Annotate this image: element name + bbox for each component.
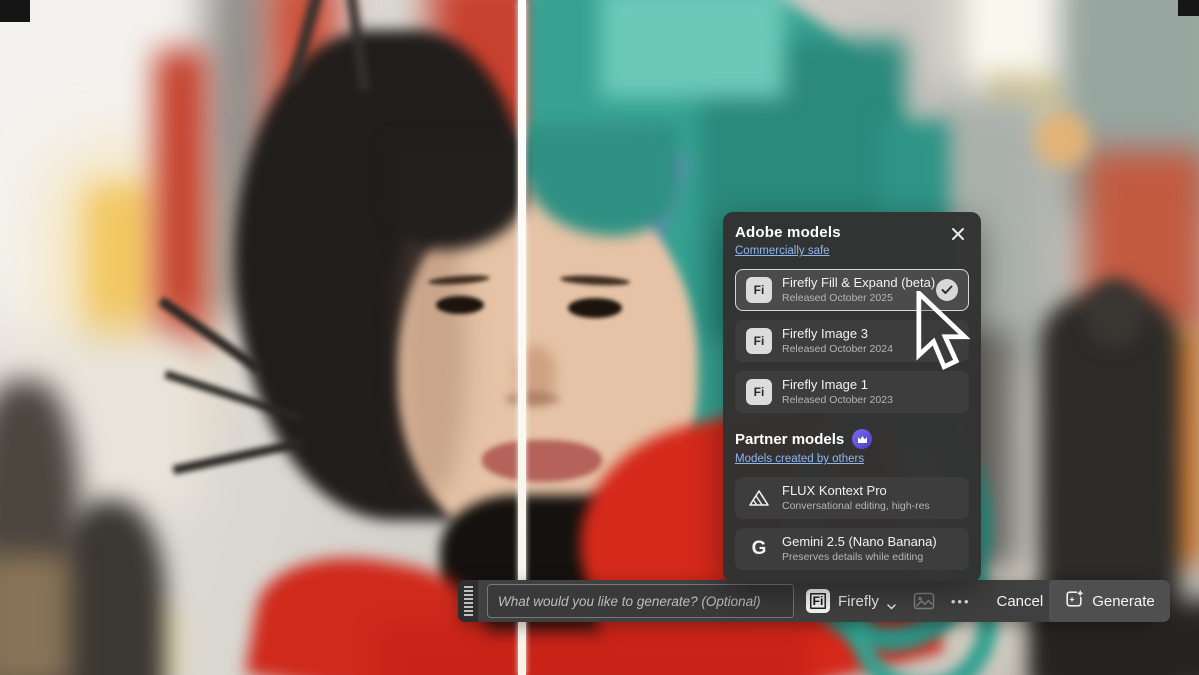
generate-label: Generate	[1092, 593, 1155, 610]
woman-face-shading	[398, 205, 468, 500]
partner-models-header: Partner models	[735, 429, 969, 449]
before-after-divider[interactable]	[518, 0, 526, 675]
flux-logo-icon	[746, 489, 772, 507]
model-item-firefly-image-1[interactable]: Fi Firefly Image 1 Released October 2023	[735, 371, 969, 413]
reference-image-icon[interactable]	[913, 592, 935, 610]
woman-eye	[436, 296, 484, 314]
cancel-button[interactable]: Cancel	[991, 592, 1050, 611]
model-title: Gemini 2.5 (Nano Banana)	[782, 534, 937, 550]
generate-button[interactable]: Generate	[1049, 580, 1170, 622]
model-item-firefly-image-3[interactable]: Fi Firefly Image 3 Released October 2024	[735, 320, 969, 362]
model-picker-panel: Adobe models Commercially safe Fi Firefl…	[723, 212, 981, 582]
photo-pedestrian	[1085, 278, 1145, 348]
firefly-icon: Fi	[806, 589, 830, 613]
generate-icon	[1064, 589, 1084, 614]
woman-eye	[568, 298, 622, 318]
model-item-gemini-nano-banana[interactable]: G Gemini 2.5 (Nano Banana) Preserves det…	[735, 528, 969, 570]
prompt-bar: Fi Firefly ••• Cancel Generate	[458, 580, 1154, 622]
selected-check-icon	[936, 279, 958, 301]
photo-corner	[1178, 0, 1199, 16]
model-item-flux-kontext-pro[interactable]: FLUX Kontext Pro Conversational editing,…	[735, 477, 969, 519]
drag-handle[interactable]	[458, 580, 478, 622]
photo-bokeh	[1035, 112, 1090, 167]
woman-nose	[505, 392, 560, 406]
crown-icon	[852, 429, 872, 449]
gemini-logo-icon: G	[746, 538, 772, 560]
grip-dashes-icon	[464, 586, 473, 616]
model-selector-label: Firefly	[838, 593, 879, 610]
more-options-button[interactable]: •••	[951, 594, 971, 609]
chevron-down-icon	[887, 597, 896, 615]
commercially-safe-link[interactable]: Commercially safe	[735, 245, 830, 257]
adobe-models-heading: Adobe models	[735, 224, 969, 241]
model-release-date: Released October 2023	[782, 394, 893, 407]
close-icon[interactable]	[947, 224, 969, 246]
model-description: Conversational editing, high-res	[782, 500, 930, 513]
firefly-icon: Fi	[746, 277, 772, 303]
app-canvas: Adobe models Commercially safe Fi Firefl…	[0, 0, 1199, 675]
woman-lips	[482, 440, 602, 482]
model-item-firefly-fill-expand[interactable]: Fi Firefly Fill & Expand (beta) Released…	[735, 269, 969, 311]
photo-pedestrian	[0, 555, 70, 675]
model-description: Preserves details while editing	[782, 551, 937, 564]
firefly-icon: Fi	[746, 328, 772, 354]
woman-red-coat	[380, 628, 810, 675]
model-title: Firefly Image 1	[782, 377, 893, 393]
photo-corner	[0, 0, 30, 22]
models-created-by-others-link[interactable]: Models created by others	[735, 453, 864, 465]
firefly-icon: Fi	[746, 379, 772, 405]
woman-hair-teal	[600, 0, 785, 98]
photo-pedestrian	[55, 500, 165, 675]
model-title: Firefly Image 3	[782, 326, 893, 342]
prompt-input[interactable]	[487, 584, 794, 618]
model-release-date: Released October 2025	[782, 292, 926, 305]
model-title: Firefly Fill & Expand (beta)	[782, 275, 926, 291]
partner-models-heading: Partner models	[735, 431, 844, 448]
model-selector-button[interactable]: Fi Firefly	[806, 588, 896, 615]
model-release-date: Released October 2024	[782, 343, 893, 356]
model-title: FLUX Kontext Pro	[782, 483, 930, 499]
